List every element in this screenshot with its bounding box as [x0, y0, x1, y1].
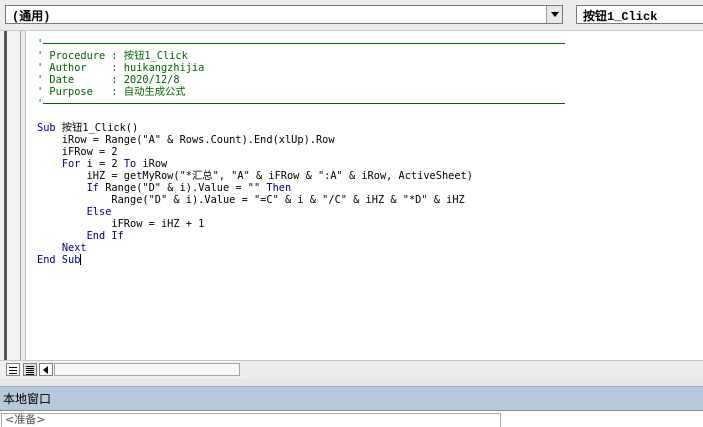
horizontal-scrollbar-area — [0, 360, 703, 379]
code-line[interactable]: ' Author : huikangzhijia — [37, 62, 597, 74]
code-line[interactable]: Range("D" & i).Value = "=C" & i & "/C" &… — [37, 194, 597, 206]
locals-window: <准备> — [0, 410, 703, 427]
arrow-left-icon[interactable] — [39, 363, 53, 376]
code-editor[interactable]: ' ' Procedure : 按钮1_Click ' Author : huika… — [0, 31, 703, 360]
code-window-toolbar: (通用) 按钮1_Click — [0, 0, 703, 31]
object-dropdown[interactable]: (通用) — [5, 5, 563, 24]
code-line[interactable]: End Sub — [37, 254, 597, 266]
locals-status-field: <准备> — [1, 413, 501, 427]
procedure-dropdown-value: 按钮1_Click — [583, 10, 658, 24]
code-line[interactable] — [37, 110, 597, 122]
code-line[interactable]: iFRow = 2 — [37, 146, 597, 158]
code-line[interactable]: For i = 2 To iRow — [37, 158, 597, 170]
horizontal-scrollbar[interactable] — [54, 363, 240, 376]
code-line[interactable]: iRow = Range("A" & Rows.Count).End(xlUp)… — [37, 134, 597, 146]
procedure-dropdown[interactable]: 按钮1_Click — [576, 5, 703, 24]
locals-window-title: 本地窗口 — [3, 392, 52, 406]
text-caret — [80, 254, 82, 265]
scrollbar-filler — [241, 361, 703, 379]
code-line[interactable]: ' Procedure : 按钮1_Click — [37, 50, 597, 62]
code-line[interactable]: Sub 按钮1_Click() — [37, 122, 597, 134]
code-line[interactable]: End If — [37, 230, 597, 242]
code-line[interactable]: ' Purpose : 自动生成公式 — [37, 86, 597, 98]
code-line[interactable]: iFRow = iHZ + 1 — [37, 218, 597, 230]
pane-splitter[interactable] — [0, 379, 703, 386]
full-module-view-icon[interactable] — [23, 363, 37, 376]
code-line[interactable]: If Range("D" & i).Value = "" Then — [37, 182, 597, 194]
code-line[interactable]: Next — [37, 242, 597, 254]
code-line[interactable]: Else — [37, 206, 597, 218]
code-text[interactable]: ' ' Procedure : 按钮1_Click ' Author : huika… — [37, 38, 597, 266]
locals-window-title-bar: 本地窗口 — [0, 386, 703, 410]
code-line[interactable]: ' — [37, 38, 597, 50]
margin-indicator-bar[interactable] — [0, 31, 21, 360]
code-line[interactable]: ' Date : 2020/12/8 — [37, 74, 597, 86]
procedure-view-icon[interactable] — [6, 363, 20, 376]
code-line[interactable]: ' — [37, 98, 597, 110]
object-dropdown-value: (通用) — [12, 10, 51, 24]
margin-separator — [21, 31, 26, 360]
chevron-down-icon[interactable] — [546, 6, 562, 23]
code-line[interactable]: iHZ = getMyRow("*汇总", "A" & iFRow & ":A"… — [37, 170, 597, 182]
